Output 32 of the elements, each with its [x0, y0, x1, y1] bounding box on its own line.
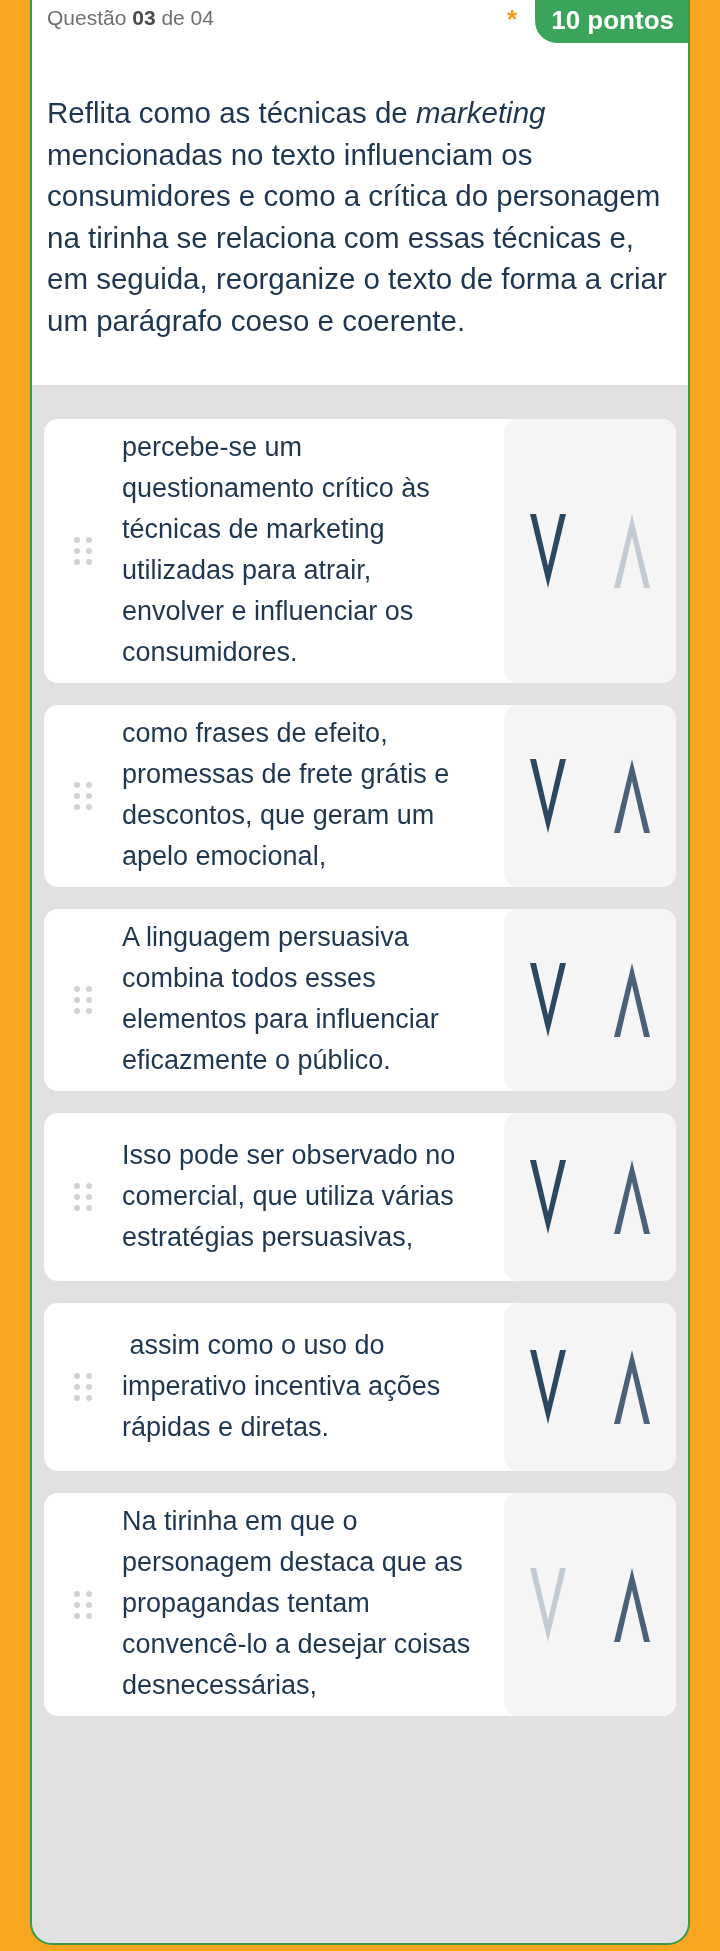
move-down-button[interactable]	[530, 1350, 566, 1424]
move-up-button[interactable]	[614, 1160, 650, 1234]
move-up-button[interactable]	[614, 1350, 650, 1424]
item-text: Isso pode ser observado no comercial, que utiliza várias estratégias persuasivas,	[122, 1138, 457, 1254]
move-down-button[interactable]	[530, 1160, 566, 1234]
drag-handle-icon[interactable]	[73, 781, 93, 811]
item-text: como frases de efeito, promessas de frete grátis e descontos, que geram um apelo emocional,	[122, 717, 451, 873]
drag-handle-icon[interactable]	[73, 536, 93, 566]
sortable-item[interactable]: percebe-se um questionamento crítico às técnicas de marketing utilizadas para atrair, envolver e influenciar os consumidores.	[44, 419, 676, 683]
move-up-button[interactable]	[614, 1567, 650, 1642]
move-up-button[interactable]	[614, 963, 650, 1037]
item-text: Na tirinha em que o personagem destaca que as propagandas tentam convencê-lo a desejar coisas desnecessárias,	[122, 1505, 472, 1702]
sortable-item[interactable]: assim como o uso do imperativo incentiva ações rápidas e diretas.	[44, 1303, 676, 1471]
points-badge: 10 pontos	[535, 0, 688, 43]
drag-handle-icon[interactable]	[73, 1182, 93, 1212]
move-down-button[interactable]	[530, 963, 566, 1037]
question-prompt: Reflita como as técnicas de marketing mencionadas no texto influenciam os consumidores e como a crítica do personagem na tirinha se relaciona com essas técnicas e, em seguida, reorganize o texto de forma a criar um parágrafo coeso e coerente.	[47, 95, 668, 339]
item-text: percebe-se um questionamento crítico às técnicas de marketing utilizadas para atrair, envolver e influenciar os consumidores.	[122, 431, 431, 669]
required-mark: *	[507, 3, 519, 35]
drag-handle-icon[interactable]	[73, 1589, 93, 1620]
item-text: assim como o uso do imperativo incentiva ações rápidas e diretas.	[122, 1328, 442, 1444]
question-number: Questão 03 de 04	[46, 5, 215, 30]
drag-handle-icon[interactable]	[73, 1372, 93, 1402]
drag-handle-icon[interactable]	[73, 985, 93, 1015]
sortable-item[interactable]: A linguagem persuasiva combina todos esses elementos para influenciar eficazmente o público.	[44, 909, 676, 1091]
sortable-item[interactable]: Na tirinha em que o personagem destaca que as propagandas tentam convencê-lo a desejar coisas desnecessárias,	[44, 1493, 676, 1716]
move-up-button[interactable]	[614, 759, 650, 833]
sortable-item[interactable]: como frases de efeito, promessas de frete grátis e descontos, que geram um apelo emocional,	[44, 705, 676, 887]
sortable-item[interactable]: Isso pode ser observado no comercial, que utiliza várias estratégias persuasivas,	[44, 1113, 676, 1281]
move-down-button[interactable]	[530, 759, 566, 833]
move-down-button[interactable]	[530, 514, 566, 588]
item-text: A linguagem persuasiva combina todos esses elementos para influenciar eficazmente o público.	[122, 921, 440, 1077]
